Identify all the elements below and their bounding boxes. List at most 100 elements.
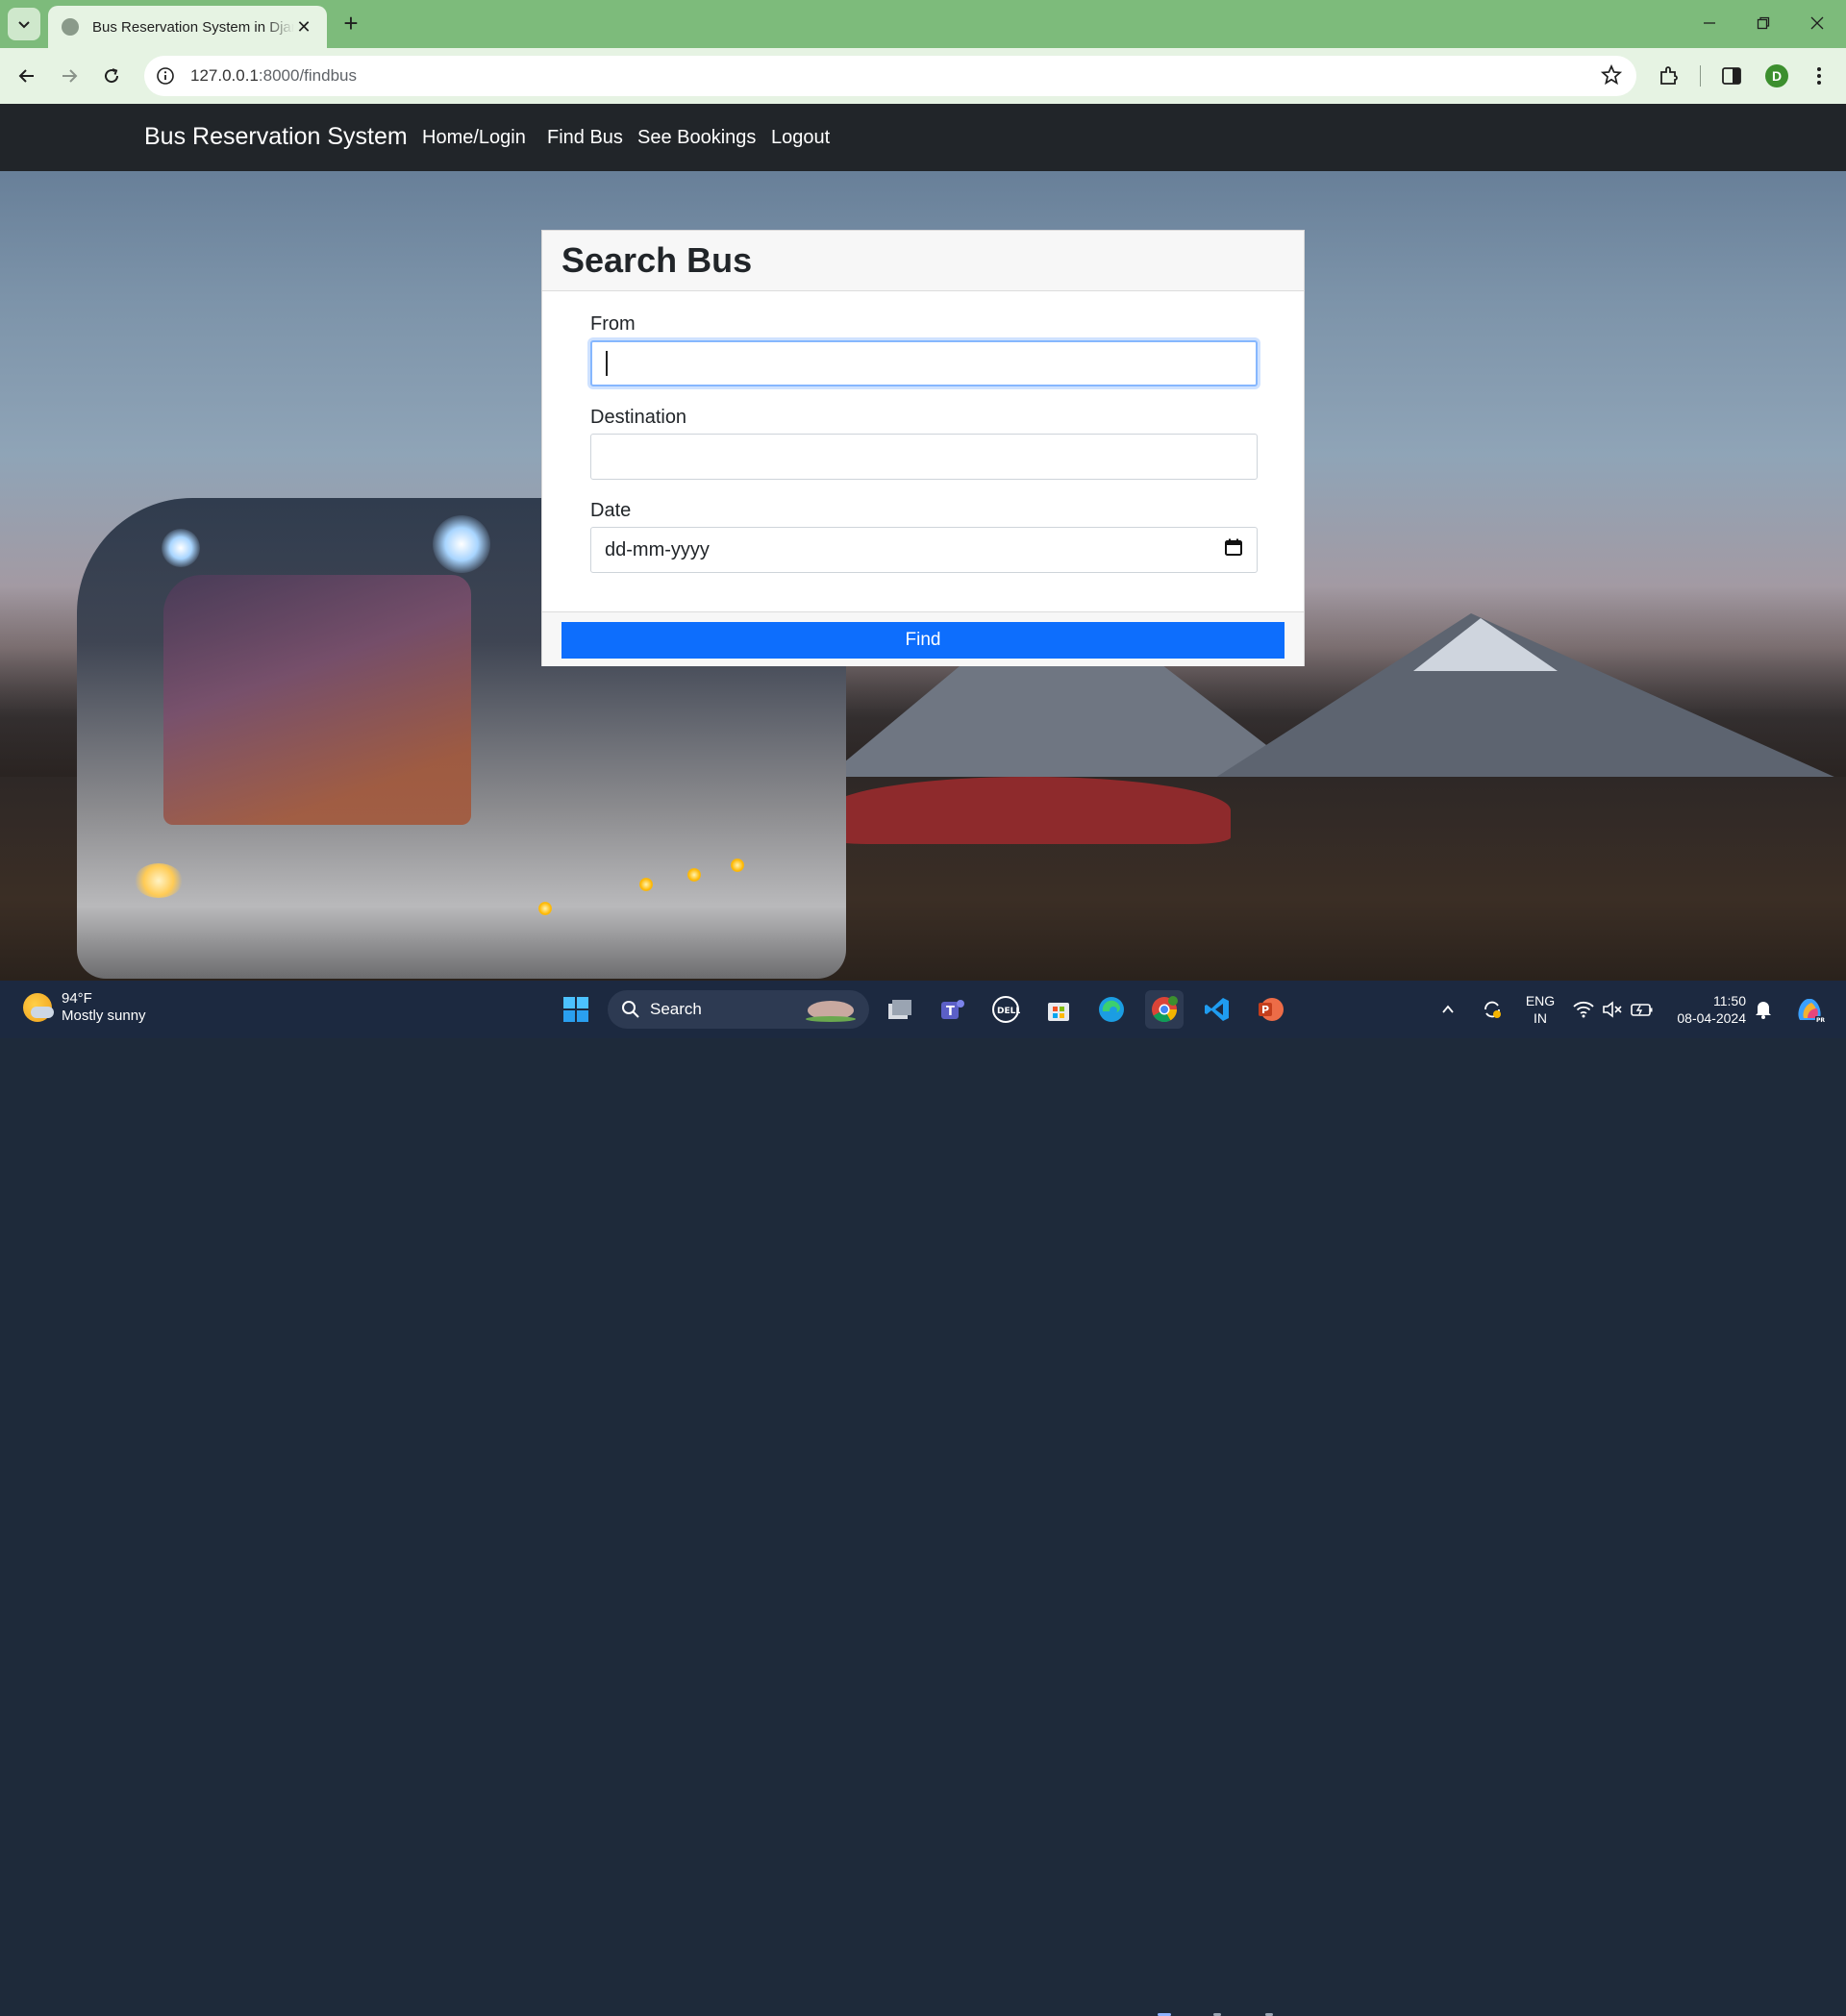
extensions-button[interactable] — [1654, 61, 1684, 91]
windows-taskbar: 94°F Mostly sunny Search T DELL P ENG IN… — [0, 981, 1846, 2016]
arrow-right-icon — [62, 69, 78, 83]
teams-app[interactable]: T — [934, 990, 972, 1029]
edge-app[interactable] — [1092, 990, 1131, 1029]
battery-icon — [1631, 1004, 1653, 1016]
edge-icon — [1099, 997, 1124, 1022]
bus-side-light — [731, 859, 744, 872]
profile-button[interactable]: D — [1761, 61, 1792, 91]
date-input[interactable]: dd-mm-yyyy — [590, 527, 1258, 573]
notifications-button[interactable] — [1748, 990, 1779, 1029]
address-bar[interactable]: 127.0.0.1:8000/findbus — [144, 56, 1636, 96]
nav-link-see-bookings[interactable]: See Bookings — [637, 127, 756, 149]
store-app[interactable] — [1039, 990, 1078, 1029]
copilot-icon: PRE — [1798, 999, 1825, 1024]
language-code: ENG — [1525, 993, 1556, 1008]
weather-text: 94°F Mostly sunny — [62, 990, 146, 1025]
navbar-brand[interactable]: Bus Reservation System — [144, 123, 408, 151]
destination-input[interactable] — [590, 434, 1258, 480]
from-field-group: From — [590, 313, 1258, 386]
dell-logo-icon: DELL — [992, 996, 1020, 1023]
minimize-button[interactable] — [1690, 10, 1729, 37]
tab-title: Bus Reservation System in Djan — [92, 18, 294, 36]
restore-button[interactable] — [1744, 10, 1783, 37]
restore-icon — [1757, 16, 1770, 30]
tab-search-button[interactable] — [8, 8, 40, 40]
date-field-group: Date dd-mm-yyyy — [590, 500, 1258, 573]
weather-temperature: 94°F — [62, 990, 92, 1007]
url-host: 127.0.0.1 — [190, 66, 259, 85]
nav-link-logout[interactable]: Logout — [771, 127, 830, 149]
weather-widget[interactable]: 94°F Mostly sunny — [23, 990, 146, 1025]
puzzle-icon — [1660, 66, 1678, 85]
volume-muted-icon — [1603, 1001, 1622, 1018]
search-bus-card: Search Bus From Destination Date dd-mm-y… — [541, 230, 1305, 666]
avatar: D — [1765, 64, 1788, 87]
volume-tray-button[interactable] — [1598, 990, 1627, 1029]
show-hidden-icons-button[interactable] — [1434, 990, 1461, 1029]
region-code: IN — [1534, 1010, 1547, 1026]
snow-peak — [1413, 618, 1558, 671]
weather-condition: Mostly sunny — [62, 1008, 146, 1024]
date-label: Date — [590, 500, 632, 521]
svg-text:T: T — [946, 1005, 955, 1019]
site-info-icon[interactable] — [154, 64, 177, 87]
close-window-button[interactable] — [1798, 10, 1836, 37]
toolbar-divider — [1700, 65, 1701, 87]
browser-tab[interactable]: Bus Reservation System in Djan ✕ — [48, 6, 327, 48]
bus-side-light — [538, 902, 552, 915]
text-caret — [606, 351, 608, 376]
globe-icon — [62, 18, 79, 36]
date-placeholder: dd-mm-yyyy — [605, 538, 710, 560]
destination-field-group: Destination — [590, 407, 1258, 480]
chrome-app[interactable] — [1145, 990, 1184, 1029]
bus-roof-light — [433, 515, 490, 573]
new-tab-button[interactable]: + — [338, 11, 363, 37]
reload-button[interactable] — [96, 61, 127, 91]
powerpoint-app[interactable]: P — [1251, 990, 1289, 1029]
url-path: :8000/findbus — [258, 66, 357, 85]
battery-tray-button[interactable] — [1627, 990, 1658, 1029]
bus-headlight — [135, 863, 183, 898]
copilot-button[interactable]: PRE — [1790, 990, 1829, 1029]
close-icon — [1810, 16, 1824, 30]
close-icon[interactable]: ✕ — [294, 17, 313, 37]
calendar-icon[interactable] — [1224, 537, 1243, 562]
clock-date: 08-04-2024 — [1677, 1010, 1746, 1026]
search-icon — [622, 1001, 639, 1018]
browser-toolbar: 127.0.0.1:8000/findbus D — [0, 48, 1846, 104]
chrome-icon — [1152, 996, 1178, 1023]
sync-tray-button[interactable] — [1475, 990, 1509, 1029]
nav-link-home-login[interactable]: Home/Login — [422, 127, 526, 149]
bus-windshield — [163, 575, 471, 825]
more-vertical-icon — [1817, 67, 1821, 85]
svg-text:PRE: PRE — [1816, 1017, 1825, 1024]
card-footer: Find — [542, 611, 1304, 666]
weather-sun-icon — [23, 993, 54, 1022]
start-button[interactable] — [557, 990, 595, 1029]
teams-icon: T — [941, 1000, 964, 1019]
browser-menu-button[interactable] — [1804, 61, 1834, 91]
vscode-app[interactable] — [1198, 990, 1236, 1029]
page-title: Search Bus — [561, 240, 753, 280]
windows-logo-icon — [563, 997, 588, 1022]
dell-app[interactable]: DELL — [986, 990, 1025, 1029]
svg-text:DELL: DELL — [997, 1007, 1020, 1016]
side-panel-button[interactable] — [1716, 61, 1747, 91]
bus-roof-light — [162, 529, 200, 567]
clock[interactable]: 11:50 08-04-2024 — [1665, 992, 1746, 1027]
find-button[interactable]: Find — [561, 622, 1285, 659]
language-indicator[interactable]: ENG IN — [1521, 992, 1559, 1027]
task-view-button[interactable] — [881, 990, 919, 1029]
nav-link-find-bus[interactable]: Find Bus — [547, 127, 623, 149]
taskbar-search[interactable]: Search — [608, 990, 869, 1029]
wifi-tray-button[interactable] — [1569, 990, 1598, 1029]
forward-button[interactable] — [54, 61, 85, 91]
search-label: Search — [650, 1000, 702, 1018]
bookmark-star-icon[interactable] — [1600, 63, 1623, 91]
bus-side-light — [639, 878, 653, 891]
back-button[interactable] — [12, 61, 42, 91]
card-header: Search Bus — [542, 231, 1304, 291]
minimize-icon — [1704, 22, 1715, 24]
site-navbar: Bus Reservation System Home/Login Find B… — [0, 104, 1846, 171]
from-input[interactable] — [590, 340, 1258, 386]
